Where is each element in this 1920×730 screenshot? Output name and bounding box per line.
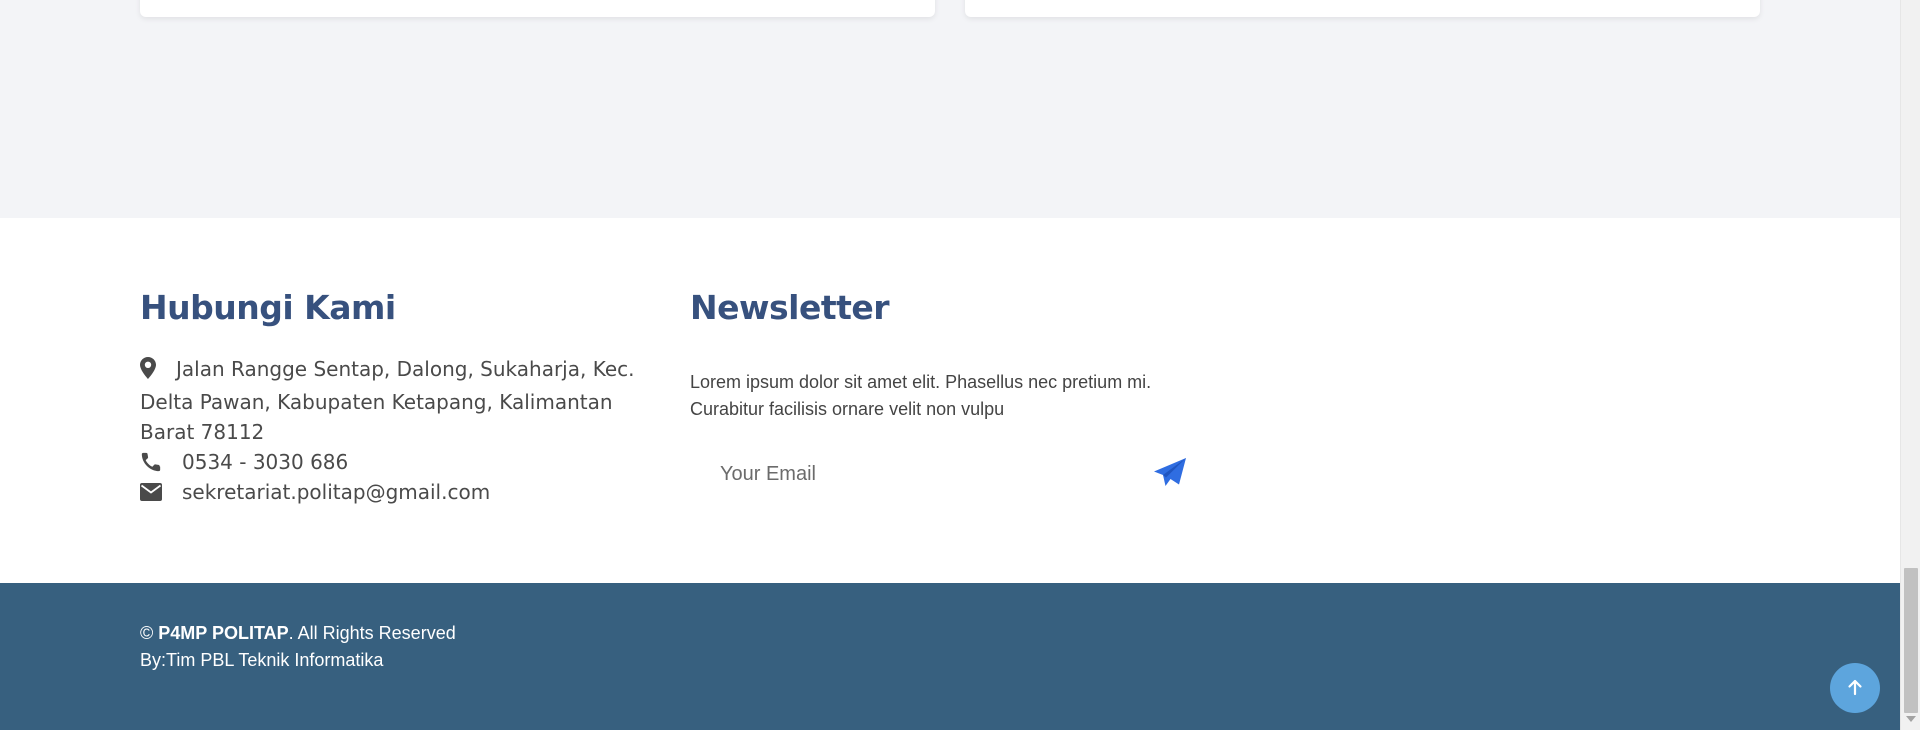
map-marker-icon [140, 354, 176, 387]
footer: © P4MP POLITAP. All Rights Reserved By:T… [0, 583, 1900, 730]
newsletter-form [690, 449, 1190, 499]
newsletter-description: Lorem ipsum dolor sit amet elit. Phasell… [690, 372, 1152, 419]
rights-text: . All Rights Reserved [288, 623, 456, 643]
phone-text: 0534 - 3030 686 [182, 450, 349, 474]
copyright: © P4MP POLITAP. All Rights Reserved By:T… [140, 620, 456, 674]
phone-icon [140, 451, 182, 473]
credit-line: By:Tim PBL Teknik Informatika [140, 650, 384, 670]
newsletter-email-input[interactable] [690, 449, 1130, 499]
card-left [140, 0, 935, 17]
contact-info: Jalan Rangge Sentap, Dalong, Sukaharja, … [140, 354, 640, 507]
newsletter-title: Newsletter [690, 288, 890, 327]
page-scrollbar[interactable] [1900, 0, 1920, 730]
card-right [965, 0, 1760, 17]
copyright-symbol: © [140, 623, 154, 643]
newsletter-submit-button[interactable] [1150, 455, 1190, 493]
contact-column: Hubungi Kami Jalan Rangge Sentap, Dalong… [140, 288, 640, 507]
envelope-icon [140, 483, 182, 501]
newsletter-column: Newsletter Lorem ipsum dolor sit amet el… [690, 288, 1210, 499]
contact-newsletter-section: Hubungi Kami Jalan Rangge Sentap, Dalong… [0, 218, 1900, 583]
address-line: Jalan Rangge Sentap, Dalong, Sukaharja, … [140, 354, 640, 447]
back-to-top-button[interactable] [1830, 663, 1880, 713]
email-text: sekretariat.politap@gmail.com [182, 480, 491, 504]
paper-plane-icon [1153, 457, 1187, 492]
scroll-down-arrow-icon[interactable] [1906, 716, 1916, 722]
scrollbar-thumb[interactable] [1904, 568, 1918, 713]
previous-section [0, 0, 1900, 218]
page: Hubungi Kami Jalan Rangge Sentap, Dalong… [0, 0, 1920, 730]
brand-name: P4MP POLITAP [158, 623, 289, 643]
email-line: sekretariat.politap@gmail.com [140, 477, 640, 507]
address-text: Jalan Rangge Sentap, Dalong, Sukaharja, … [140, 357, 635, 444]
copyright-line: © P4MP POLITAP. All Rights Reserved [140, 620, 456, 647]
phone-line: 0534 - 3030 686 [140, 447, 640, 477]
arrow-up-icon [1846, 678, 1864, 699]
contact-title: Hubungi Kami [140, 288, 396, 327]
